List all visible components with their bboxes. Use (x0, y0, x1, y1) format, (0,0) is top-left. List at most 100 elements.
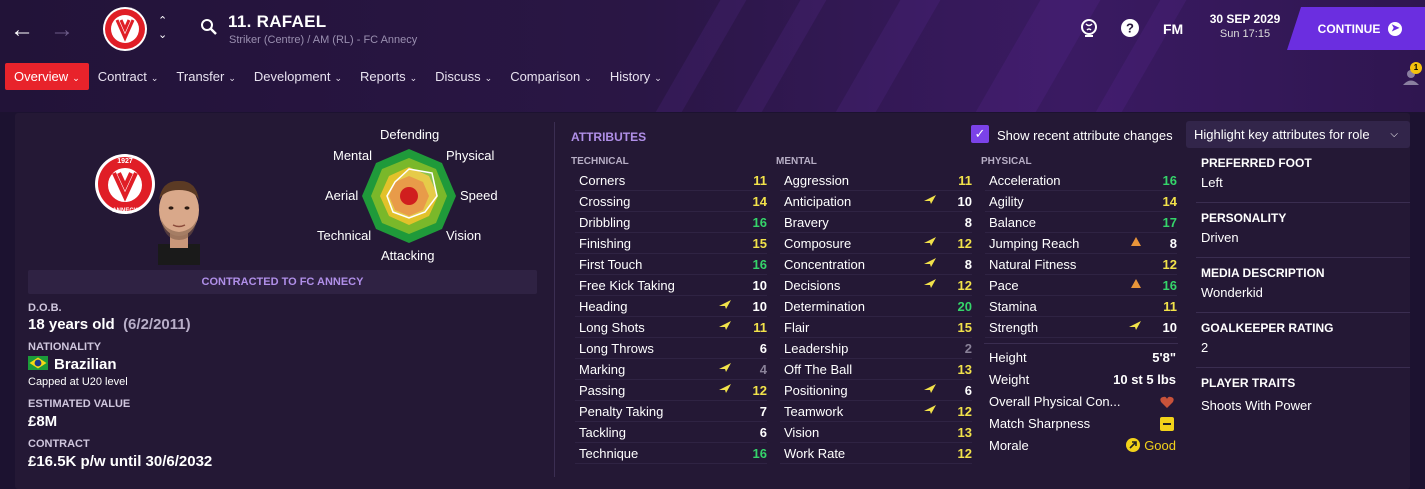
attribute-value: 12 (957, 446, 972, 461)
tab-contract[interactable]: Contract ⌄ (89, 63, 168, 90)
contract-label: CONTRACT (28, 438, 90, 450)
polar-label-technical: Technical (317, 228, 372, 243)
attribute-row-jumping-reach[interactable]: Jumping Reach 8 (985, 233, 1177, 254)
fm-menu[interactable]: FM (1163, 21, 1183, 37)
highlight-role-dropdown[interactable]: Highlight key attributes for role ⌵ (1186, 121, 1410, 148)
tab-comparison[interactable]: Comparison ⌄ (501, 63, 601, 90)
attribute-row-teamwork[interactable]: Teamwork 12 (780, 401, 972, 422)
attribute-row-bravery[interactable]: Bravery 8 (780, 212, 972, 233)
back-arrow-icon[interactable]: ← (10, 16, 34, 44)
polar-label-attacking: Attacking (381, 248, 435, 263)
separator (1196, 312, 1410, 313)
attribute-row-determination[interactable]: Determination 20 (780, 296, 972, 317)
attribute-row-finishing[interactable]: Finishing 15 (575, 233, 767, 254)
attribute-value: 12 (957, 236, 972, 251)
attribute-value: 10 (752, 299, 767, 314)
attribute-row-penalty-taking[interactable]: Penalty Taking 7 (575, 401, 767, 422)
trend-arrow-icon (924, 254, 936, 275)
attribute-row-acceleration[interactable]: Acceleration 16 (985, 170, 1177, 191)
personality-value: Driven (1201, 230, 1239, 245)
continue-button[interactable]: CONTINUE ➤ (1287, 7, 1425, 50)
attribute-row-work-rate[interactable]: Work Rate 12 (780, 443, 972, 464)
preferred-foot-label: PREFERRED FOOT (1201, 156, 1312, 170)
tab-development[interactable]: Development ⌄ (245, 63, 351, 90)
attribute-row-passing[interactable]: Passing 12 (575, 380, 767, 401)
trend-arrow-icon (719, 380, 731, 401)
attribute-row-stamina[interactable]: Stamina 11 (985, 296, 1177, 317)
attribute-value: 12 (752, 383, 767, 398)
attribute-row-flair[interactable]: Flair 15 (780, 317, 972, 338)
attribute-row-vision[interactable]: Vision 13 (780, 422, 972, 443)
attribute-name: Vision (784, 425, 820, 440)
attribute-row-dribbling[interactable]: Dribbling 16 (575, 212, 767, 233)
attribute-row-anticipation[interactable]: Anticipation 10 (780, 191, 972, 212)
attribute-value: 16 (752, 257, 767, 272)
contract-status-banner: CONTRACTED TO FC ANNECY (28, 270, 537, 294)
help-icon[interactable]: ? (1120, 18, 1140, 38)
attribute-value: 11 (1163, 299, 1177, 314)
tab-transfer[interactable]: Transfer ⌄ (167, 63, 244, 90)
attribute-name: Penalty Taking (579, 404, 664, 419)
attribute-value: 20 (957, 299, 972, 314)
tab-discuss[interactable]: Discuss ⌄ (426, 63, 501, 90)
trend-arrow-icon (719, 359, 731, 380)
trend-arrow-icon (1131, 275, 1141, 296)
forward-arrow-icon[interactable]: → (50, 16, 74, 44)
attribute-row-composure[interactable]: Composure 12 (780, 233, 972, 254)
attribute-name: Free Kick Taking (579, 278, 675, 293)
attribute-row-long-throws[interactable]: Long Throws 6 (575, 338, 767, 359)
attribute-row-first-touch[interactable]: First Touch 16 (575, 254, 767, 275)
player-traits-label: PLAYER TRAITS (1201, 376, 1296, 390)
attribute-row-pace[interactable]: Pace 16 (985, 275, 1177, 296)
attribute-value: 6 (759, 341, 767, 356)
attribute-row-aggression[interactable]: Aggression 11 (780, 170, 972, 191)
attribute-value: 14 (1162, 194, 1177, 209)
attribute-value: 10 (752, 278, 767, 293)
attribute-row-corners[interactable]: Corners 11 (575, 170, 767, 191)
attribute-row-positioning[interactable]: Positioning 6 (780, 380, 972, 401)
attribute-value: 8 (964, 215, 972, 230)
tab-history[interactable]: History ⌄ (601, 63, 671, 90)
attribute-row-long-shots[interactable]: Long Shots 11 (575, 317, 767, 338)
attribute-name: Decisions (784, 278, 841, 293)
attribute-row-leadership[interactable]: Leadership 2 (780, 338, 972, 359)
attribute-value: 4 (759, 362, 767, 377)
attribute-row-decisions[interactable]: Decisions 12 (780, 275, 972, 296)
player-trait-item[interactable]: Shoots With Power (1201, 398, 1312, 413)
attribute-row-natural-fitness[interactable]: Natural Fitness 12 (985, 254, 1177, 275)
search-icon[interactable] (200, 18, 218, 36)
attribute-name: Jumping Reach (989, 236, 1080, 251)
tab-reports[interactable]: Reports ⌄ (351, 63, 426, 90)
attribute-name: Technique (579, 446, 639, 461)
attribute-row-free-kick-taking[interactable]: Free Kick Taking 10 (575, 275, 767, 296)
notifications-button[interactable]: 1 (1400, 62, 1425, 88)
nationality-value[interactable]: Brazilian (28, 356, 117, 373)
attribute-row-strength[interactable]: Strength 10 (985, 317, 1177, 338)
attribute-row-balance[interactable]: Balance 17 (985, 212, 1177, 233)
attribute-name: Leadership (784, 341, 849, 356)
attribute-row-heading[interactable]: Heading 10 (575, 296, 767, 317)
svg-text:?: ? (1126, 21, 1134, 36)
media-description-label: MEDIA DESCRIPTION (1201, 266, 1325, 280)
attribute-row-marking[interactable]: Marking 4 (575, 359, 767, 380)
attribute-value: 13 (957, 425, 972, 440)
attribute-row-agility[interactable]: Agility 14 (985, 191, 1177, 212)
mental-header: MENTAL (776, 156, 817, 167)
attribute-row-crossing[interactable]: Crossing 14 (575, 191, 767, 212)
attribute-value: 16 (1162, 173, 1177, 188)
continue-label: CONTINUE (1317, 21, 1381, 36)
attribute-row-concentration[interactable]: Concentration 8 (780, 254, 972, 275)
morale-icon (1126, 438, 1141, 452)
trend-arrow-icon (719, 317, 731, 338)
show-changes-label[interactable]: Show recent attribute changes (997, 128, 1173, 143)
attribute-name: Stamina (989, 299, 1037, 314)
attribute-row-technique[interactable]: Technique 16 (575, 443, 767, 464)
player-switch-arrows[interactable]: ⌃ ⌄ (158, 14, 167, 42)
attribute-row-tackling[interactable]: Tackling 6 (575, 422, 767, 443)
tab-overview[interactable]: Overview ⌄ (5, 63, 89, 90)
weight-row: Weight 10 st 5 lbs (989, 372, 1176, 387)
globe-icon[interactable] (1079, 18, 1099, 38)
show-changes-checkbox[interactable]: ✓ (971, 125, 989, 143)
attribute-row-off-the-ball[interactable]: Off The Ball 13 (780, 359, 972, 380)
club-crest-icon[interactable] (102, 6, 148, 52)
